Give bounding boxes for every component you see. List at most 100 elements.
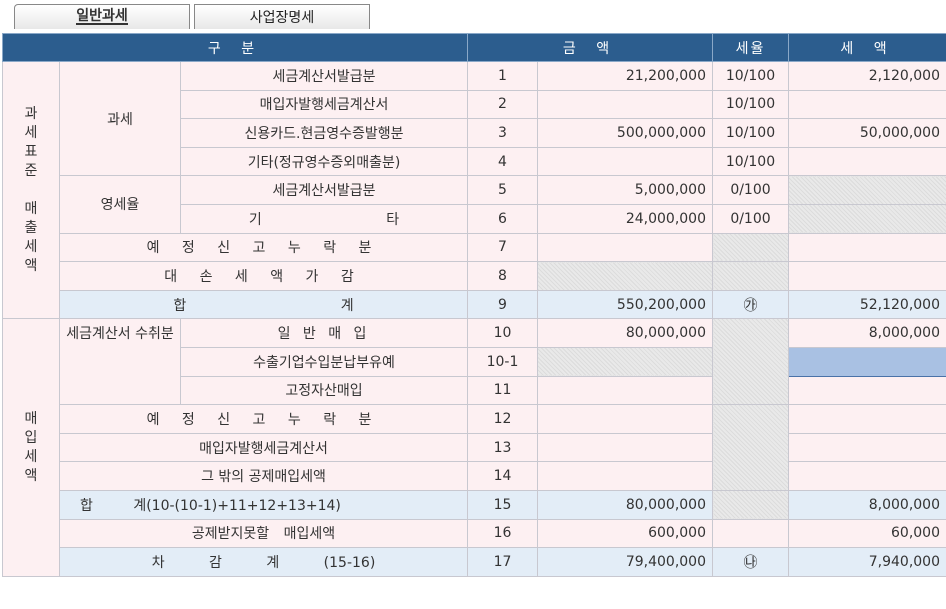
row-label: 그 밖의 공제매입세액 [59, 461, 468, 491]
amount-cell: 550,200,000 [537, 289, 713, 320]
row-number: 2 [467, 89, 538, 120]
group-purchase-tax: 매입세액 [2, 318, 60, 577]
row-number: 10 [467, 318, 538, 348]
row-number: 15 [467, 489, 538, 520]
table-row: 매입자발행세금계산서 13 [3, 432, 946, 463]
tax-cell[interactable] [788, 375, 946, 406]
table-header: 구 분 금 액 세율 세 액 [2, 33, 946, 62]
tax-cell[interactable] [788, 89, 946, 120]
table-row: 공제받지못할 매입세액 16 600,000 60,000 [3, 518, 946, 549]
amount-cell[interactable] [537, 232, 713, 263]
row-number: 4 [467, 146, 538, 177]
amount-cell[interactable] [537, 404, 713, 434]
table-row-net-total: 차 감 계 (15-16) 17 79,400,000 ㉯ 7,940,000 [3, 547, 946, 577]
row-number: 8 [467, 261, 538, 291]
table-row: 예 정 신 고 누 락 분 12 [3, 404, 946, 491]
row-label: 일 반 매 입 [180, 318, 468, 348]
amount-cell[interactable] [537, 146, 713, 177]
table-row-purchase-total: 합 계(10-(10-1)+11+12+13+14) 15 80,000,000… [3, 489, 946, 520]
rate-cell: 10/100 [712, 89, 789, 120]
row-number: 6 [467, 203, 538, 234]
tax-cell[interactable] [788, 404, 946, 434]
rate-cell: ㉮ [712, 289, 789, 320]
amount-cell[interactable]: 500,000,000 [537, 118, 713, 148]
row-label: 기타(정규영수증외매출분) [180, 146, 468, 177]
row-label: 합 계 [59, 289, 468, 320]
table-row: 그 밖의 공제매입세액 14 [3, 461, 946, 491]
tax-cell-selected[interactable] [788, 346, 946, 377]
amount-cell[interactable]: 80,000,000 [537, 318, 713, 348]
amount-cell-disabled [537, 261, 713, 291]
tab-business-site-details[interactable]: 사업장명세 [194, 4, 370, 29]
table-row: 대 손 세 액 가 감 8 [3, 261, 946, 291]
group-sales-tax: 과세표준 매출세액 [2, 60, 60, 320]
tax-cell[interactable] [788, 261, 946, 291]
tax-cell[interactable]: 60,000 [788, 518, 946, 549]
row-label: 매입자발행세금계산서 [180, 89, 468, 120]
table-row: 과세표준 매출세액 과세 세금계산서발급분 1 21,200,000 10/100… [2, 60, 946, 320]
row-label: 공제받지못할 매입세액 [59, 518, 468, 549]
tax-cell[interactable]: 8,000,000 [788, 318, 946, 348]
row-label: 대 손 세 액 가 감 [59, 261, 468, 291]
row-label: 예 정 신 고 누 락 분 [59, 404, 468, 434]
row-number: 1 [467, 61, 538, 91]
amount-cell: 80,000,000 [537, 489, 713, 520]
header-rate: 세율 [712, 33, 789, 62]
tab-general-taxation[interactable]: 일반과세 [14, 4, 190, 29]
rate-cell: 10/100 [712, 61, 789, 91]
row-number: 16 [467, 518, 538, 549]
rate-cell-disabled [712, 232, 789, 263]
row-number: 14 [467, 461, 538, 491]
rate-cell: 0/100 [712, 203, 789, 234]
row-label: 수출기업수입분납부유예 [180, 346, 468, 377]
amount-cell[interactable]: 21,200,000 [537, 61, 713, 91]
row-number: 7 [467, 232, 538, 263]
row-label: 합 계(10-(10-1)+11+12+13+14) [59, 489, 468, 520]
tax-cell[interactable]: 2,120,000 [788, 61, 946, 91]
tax-cell: 8,000,000 [788, 489, 946, 520]
header-category: 구 분 [2, 33, 468, 62]
header-tax: 세 액 [788, 33, 946, 62]
tax-cell[interactable]: 50,000,000 [788, 118, 946, 148]
row-label: 매입자발행세금계산서 [59, 432, 468, 463]
group-taxable: 과세 [59, 60, 181, 177]
rate-cell-disabled [712, 489, 789, 520]
row-number: 9 [467, 289, 538, 320]
rate-cell: 10/100 [712, 118, 789, 148]
tax-cell-disabled [788, 175, 946, 205]
vat-return-table: 구 분 금 액 세율 세 액 과세표준 매출세액 과세 세금계산서발급분 1 21… [2, 33, 946, 577]
amount-cell[interactable]: 600,000 [537, 518, 713, 549]
rate-cell: ㉯ [712, 547, 789, 577]
row-number: 17 [467, 547, 538, 577]
row-label: 신용카드.현금영수증발행분 [180, 118, 468, 148]
group-zero-rate: 영세율 [59, 175, 181, 234]
rate-cell: 10/100 [712, 146, 789, 177]
tax-cell[interactable] [788, 461, 946, 491]
group-invoice-received: 세금계산서 수취분 [59, 318, 181, 406]
amount-cell[interactable] [537, 375, 713, 406]
rate-cell-disabled [712, 261, 789, 291]
row-number: 5 [467, 175, 538, 205]
amount-cell[interactable] [537, 432, 713, 463]
row-number: 10-1 [467, 346, 538, 377]
tax-cell-disabled [788, 203, 946, 234]
row-label: 세금계산서발급분 [180, 61, 468, 91]
tax-cell: 52,120,000 [788, 289, 946, 320]
row-label: 세금계산서발급분 [180, 175, 468, 205]
tax-cell: 7,940,000 [788, 547, 946, 577]
amount-cell[interactable]: 5,000,000 [537, 175, 713, 205]
tax-cell[interactable] [788, 232, 946, 263]
amount-cell[interactable]: 24,000,000 [537, 203, 713, 234]
table-row-sales-total: 합 계 9 550,200,000 ㉮ 52,120,000 [3, 289, 946, 320]
rate-cell-disabled [712, 318, 789, 406]
amount-cell[interactable] [537, 461, 713, 491]
rate-cell-disabled [712, 404, 789, 491]
amount-cell[interactable] [537, 89, 713, 120]
row-number: 13 [467, 432, 538, 463]
row-number: 11 [467, 375, 538, 406]
tax-cell[interactable] [788, 146, 946, 177]
table-row: 영세율 세금계산서발급분 5 5,000,000 0/100 [3, 175, 946, 234]
amount-cell: 79,400,000 [537, 547, 713, 577]
table-row: 예 정 신 고 누 락 분 7 [3, 232, 946, 263]
tax-cell[interactable] [788, 432, 946, 463]
